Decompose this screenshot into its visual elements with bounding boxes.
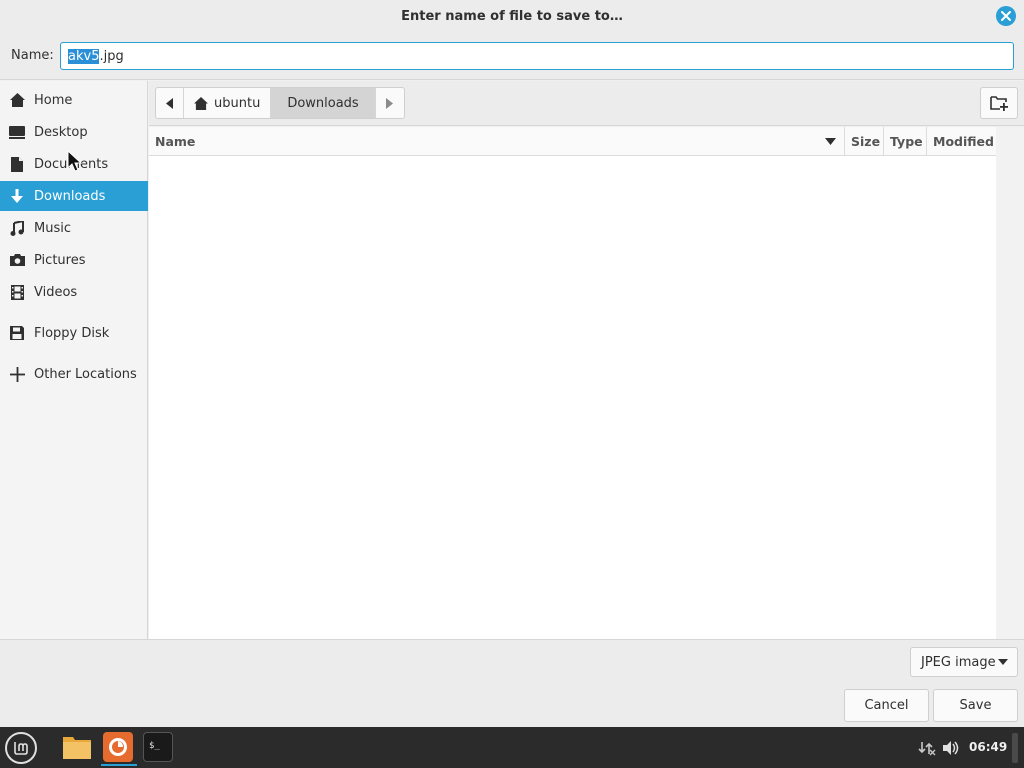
sidebar-item-desktop[interactable]: Desktop: [0, 117, 148, 147]
show-desktop-button[interactable]: [1012, 733, 1018, 763]
crumb-label: ubuntu: [214, 95, 261, 111]
svg-text:$_: $_: [149, 741, 160, 751]
download-icon: [8, 187, 26, 205]
file-type-dropdown[interactable]: JPEG image: [910, 647, 1018, 677]
file-list-header: Name Size Type Modified: [149, 127, 996, 156]
sidebar-item-downloads[interactable]: Downloads: [0, 181, 148, 211]
plus-icon: [8, 365, 26, 383]
crumb-label: Downloads: [287, 95, 359, 111]
column-header-label: Name: [155, 133, 196, 149]
crumb-downloads[interactable]: Downloads: [271, 88, 376, 118]
document-icon: [8, 155, 26, 173]
sidebar-item-label: Pictures: [34, 252, 86, 268]
network-icon: [918, 742, 936, 756]
sidebar-item-label: Floppy Disk: [34, 325, 110, 341]
sidebar-item-videos[interactable]: Videos: [0, 277, 148, 307]
sidebar-item-label: Desktop: [34, 124, 88, 140]
sidebar-item-label: Music: [34, 220, 71, 236]
taskbar-files[interactable]: [62, 732, 92, 762]
taskbar-terminal[interactable]: $_: [143, 732, 173, 762]
crumb-ubuntu[interactable]: ubuntu: [184, 88, 272, 118]
chevron-right-icon: [386, 97, 394, 109]
column-header-name[interactable]: Name: [149, 127, 845, 155]
floppy-icon: [8, 324, 26, 342]
name-row: Name: akv5 .jpg: [0, 32, 1024, 80]
cancel-button[interactable]: Cancel: [844, 689, 929, 722]
active-app-indicator: [101, 764, 137, 766]
path-bar: ubuntu Downloads: [149, 81, 1024, 126]
file-list[interactable]: Name Size Type Modified: [149, 127, 996, 639]
path-back-button[interactable]: [156, 88, 184, 118]
sort-descending-icon: [825, 138, 836, 145]
sidebar-item-music[interactable]: Music: [0, 213, 148, 243]
column-header-type[interactable]: Type: [884, 127, 927, 155]
taskbar: $_ 06:49: [0, 727, 1024, 768]
chevron-left-icon: [166, 97, 173, 109]
sidebar-item-label: Downloads: [34, 188, 106, 204]
sidebar-item-other-locations[interactable]: Other Locations: [0, 359, 148, 389]
save-button-label: Save: [959, 698, 992, 713]
column-header-label: Modified: [933, 133, 994, 149]
filename-selected-text: akv5: [68, 48, 100, 64]
path-forward-button[interactable]: [376, 88, 404, 118]
music-icon: [8, 219, 26, 237]
sidebar-item-label: Videos: [34, 284, 78, 300]
film-icon: [8, 283, 26, 301]
taskbar-firefox[interactable]: [103, 732, 133, 762]
close-button[interactable]: [996, 6, 1016, 26]
column-header-label: Size: [851, 133, 881, 149]
new-folder-icon: [990, 96, 1008, 111]
file-list-scrollbar[interactable]: [996, 127, 1024, 639]
sidebar-item-label: Home: [34, 92, 73, 108]
column-header-size[interactable]: Size: [845, 127, 884, 155]
sidebar-item-home[interactable]: Home: [0, 85, 148, 115]
filename-extension-text: .jpg: [99, 48, 124, 64]
save-button[interactable]: Save: [933, 689, 1018, 722]
create-folder-button[interactable]: [980, 87, 1018, 119]
dialog-titlebar: Enter name of file to save to…: [0, 0, 1024, 32]
start-menu-button[interactable]: [5, 732, 37, 764]
mouse-cursor-icon: [67, 150, 83, 172]
sidebar-item-floppy-disk[interactable]: Floppy Disk: [0, 318, 148, 348]
name-label: Name:: [11, 48, 54, 63]
home-icon: [8, 91, 26, 109]
column-header-label: Type: [890, 133, 923, 149]
close-icon: [1001, 11, 1011, 21]
volume-icon[interactable]: [942, 740, 960, 756]
cancel-button-label: Cancel: [864, 698, 909, 713]
file-type-value: JPEG image: [921, 654, 996, 670]
mint-logo-icon: [14, 742, 28, 755]
sidebar-item-pictures[interactable]: Pictures: [0, 245, 148, 275]
files-icon: [63, 737, 91, 759]
dialog-title: Enter name of file to save to…: [401, 8, 623, 24]
taskbar-clock[interactable]: 06:49: [969, 740, 1007, 754]
desktop-icon: [8, 123, 26, 141]
terminal-icon: $_: [149, 741, 160, 751]
chevron-down-icon: [998, 659, 1008, 665]
camera-icon: [8, 251, 26, 269]
dialog-footer: JPEG image Cancel Save: [0, 639, 1024, 727]
home-icon: [194, 96, 208, 110]
column-header-modified[interactable]: Modified: [927, 127, 996, 155]
sidebar-item-label: Other Locations: [34, 366, 137, 382]
filename-input[interactable]: akv5 .jpg: [60, 42, 1014, 70]
breadcrumb: ubuntu Downloads: [155, 87, 405, 119]
firefox-icon: [109, 738, 127, 756]
